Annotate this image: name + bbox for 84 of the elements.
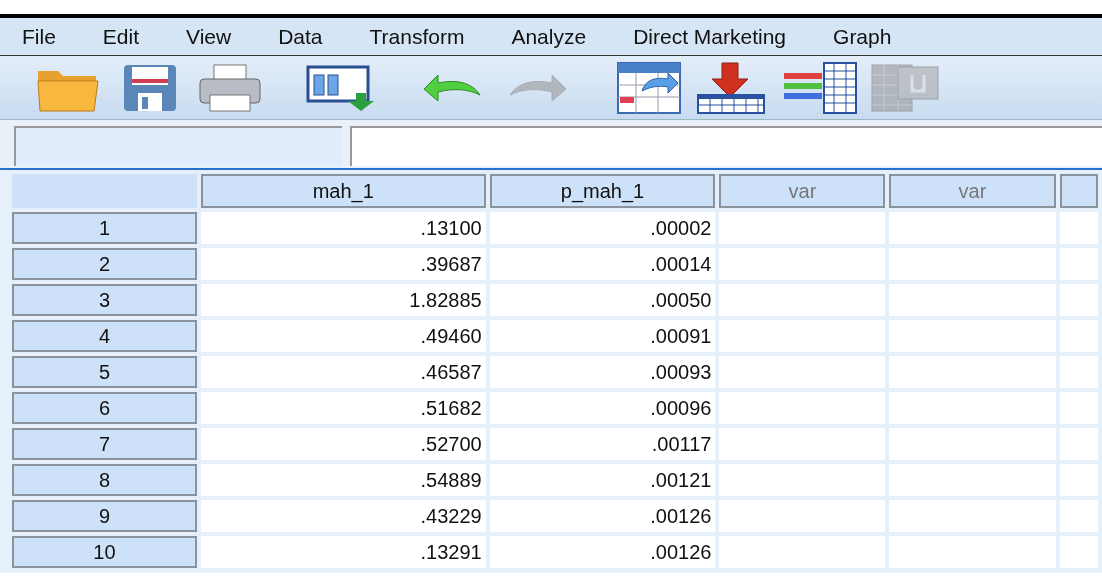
table-cell[interactable] (1059, 284, 1098, 316)
row-header[interactable]: 9 (12, 500, 197, 532)
table-cell[interactable]: .43229 (200, 500, 486, 532)
table-cell[interactable] (1059, 356, 1098, 388)
menu-item[interactable]: Graph (833, 20, 892, 53)
table-cell[interactable] (889, 500, 1056, 532)
table-cell[interactable] (889, 464, 1056, 496)
table-cell[interactable] (889, 212, 1056, 244)
table-cell[interactable]: .52700 (200, 428, 486, 460)
table-cell[interactable]: .00096 (489, 392, 716, 424)
variables-icon (782, 60, 858, 115)
table-cell[interactable] (719, 392, 886, 424)
table-cell[interactable]: .13100 (200, 212, 486, 244)
menu-item[interactable]: Direct Marketing (633, 20, 787, 53)
table-cell[interactable] (1059, 536, 1098, 568)
variables-button[interactable] (782, 60, 858, 115)
go-to-case-button[interactable] (616, 60, 682, 115)
table-cell[interactable]: .00126 (489, 500, 716, 532)
table-cell[interactable] (1059, 320, 1098, 352)
table-cell[interactable] (719, 320, 886, 352)
menu-item[interactable]: File (22, 20, 56, 53)
table-cell[interactable]: .00014 (489, 248, 716, 280)
menu-item[interactable]: Data (278, 20, 323, 53)
value-labels-icon (870, 62, 942, 113)
table-cell[interactable] (889, 356, 1056, 388)
table-cell[interactable] (889, 392, 1056, 424)
table-cell[interactable]: 1.82885 (200, 284, 486, 316)
table-cell[interactable] (1059, 464, 1098, 496)
cell-editor-field[interactable] (350, 126, 1102, 166)
table-cell[interactable]: .00093 (489, 356, 716, 388)
table-cell[interactable] (1059, 392, 1098, 424)
table-cell[interactable] (719, 464, 886, 496)
table-cell[interactable] (1059, 500, 1098, 532)
row-header[interactable]: 4 (12, 320, 197, 352)
row-header[interactable]: 2 (12, 248, 197, 280)
table-cell[interactable] (719, 500, 886, 532)
row-header[interactable]: 1 (12, 212, 197, 244)
menu-item[interactable]: Analyze (511, 20, 587, 53)
table-cell[interactable] (1059, 428, 1098, 460)
menu-item[interactable]: Edit (102, 20, 140, 53)
table-cell[interactable] (889, 320, 1056, 352)
printer-button[interactable] (198, 62, 262, 113)
table-cell[interactable] (889, 428, 1056, 460)
table-cell[interactable] (719, 212, 886, 244)
table-cell[interactable]: .00117 (489, 428, 716, 460)
save-button[interactable] (122, 62, 178, 113)
row-header[interactable]: 5 (12, 356, 197, 388)
table-cell[interactable]: .46587 (200, 356, 486, 388)
menu-item[interactable]: View (186, 20, 232, 53)
row-header[interactable]: 6 (12, 392, 197, 424)
row-header[interactable]: 3 (12, 284, 197, 316)
table-cell[interactable] (719, 536, 886, 568)
table-cell[interactable]: .13291 (200, 536, 486, 568)
table-cell[interactable] (889, 248, 1056, 280)
table-cell[interactable]: .51682 (200, 392, 486, 424)
table-cell[interactable] (719, 248, 886, 280)
table-cell[interactable]: .00126 (489, 536, 716, 568)
table-cell[interactable] (719, 284, 886, 316)
table-cell[interactable]: .49460 (200, 320, 486, 352)
table-cell[interactable]: .00091 (489, 320, 716, 352)
table-cell[interactable] (719, 428, 886, 460)
column-header[interactable]: mah_1 (200, 174, 486, 208)
table-cell[interactable]: .00050 (489, 284, 716, 316)
row-header[interactable]: 7 (12, 428, 197, 460)
column-header[interactable] (1059, 174, 1098, 208)
table-cell[interactable]: .00121 (489, 464, 716, 496)
printer-icon (198, 62, 262, 113)
table-cell[interactable]: .00002 (489, 212, 716, 244)
table-cell[interactable] (1059, 248, 1098, 280)
column-header[interactable]: p_mah_1 (489, 174, 716, 208)
table-cell[interactable] (719, 356, 886, 388)
go-to-case-icon (616, 60, 682, 115)
cell-reference-field[interactable] (14, 126, 342, 166)
row-header[interactable]: 10 (12, 536, 197, 568)
table-cell[interactable]: .39687 (200, 248, 486, 280)
go-to-variable-button[interactable] (696, 60, 766, 115)
table-cell[interactable] (889, 284, 1056, 316)
menu-item[interactable]: Transform (369, 20, 465, 53)
table-cell[interactable] (889, 536, 1056, 568)
row-header[interactable]: 8 (12, 464, 197, 496)
table-cell[interactable]: .54889 (200, 464, 486, 496)
table-cell[interactable] (1059, 212, 1098, 244)
go-to-variable-icon (696, 60, 766, 115)
save-icon (122, 62, 178, 113)
